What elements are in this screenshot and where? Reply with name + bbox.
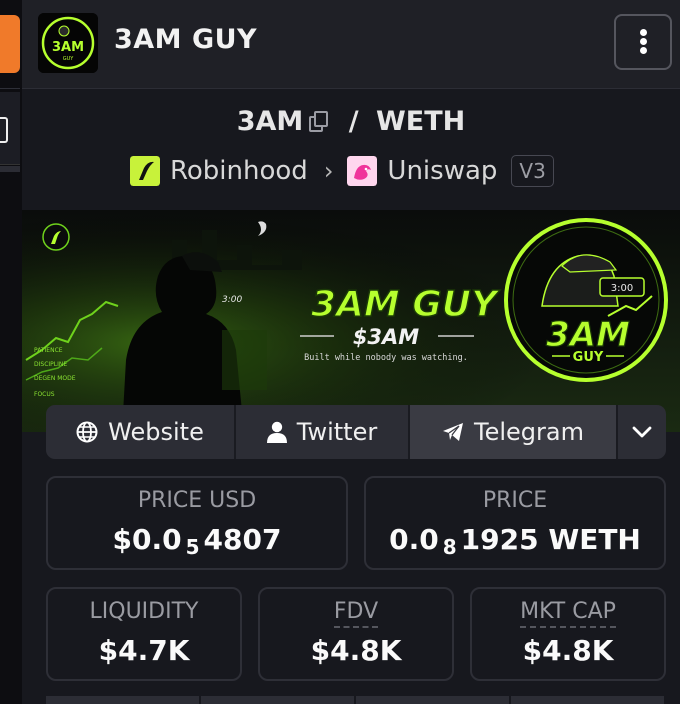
pair-separator: / xyxy=(348,106,359,137)
telegram-icon xyxy=(443,423,464,441)
timeframe-tab[interactable] xyxy=(201,696,356,704)
timeframe-tabs xyxy=(46,696,666,704)
chain-breadcrumb: Robinhood › Uniswap V3 xyxy=(130,154,554,188)
user-icon xyxy=(266,421,287,443)
header: 3AM GUY 3AM GUY xyxy=(22,0,680,89)
price-usd-label: PRICE USD xyxy=(137,488,257,513)
price-digits: 1925 WETH xyxy=(460,523,641,556)
price-value: 0.0 8 1925 WETH xyxy=(366,523,664,559)
more-links-button[interactable] xyxy=(618,405,666,459)
liquidity-label: LIQUIDITY xyxy=(89,599,199,624)
social-links: Website Twitter Telegram xyxy=(46,405,666,459)
price-zeros: 8 xyxy=(442,535,457,559)
fdv-label[interactable]: FDV xyxy=(333,599,379,628)
pair-quote: WETH xyxy=(376,106,466,137)
banner-side-label: FOCUS xyxy=(34,391,55,398)
liquidity-value: $4.7K xyxy=(98,634,190,667)
timeframe-tab[interactable] xyxy=(511,696,666,704)
price-usd-zeros: 5 xyxy=(185,535,200,559)
left-panel-edge xyxy=(0,0,23,704)
banner-side-label: DEGEN MODE xyxy=(34,375,76,382)
liquidity-card: LIQUIDITY $4.7K xyxy=(46,587,242,681)
pair-base: 3AM xyxy=(236,106,304,137)
banner-side-label: DISCIPLINE xyxy=(34,361,67,368)
left-bar xyxy=(0,166,20,172)
fdv-value: $4.8K xyxy=(310,634,402,667)
price-usd-digits: 4807 xyxy=(203,523,282,556)
token-title: 3AM GUY xyxy=(114,24,258,55)
kebab-menu-button[interactable] xyxy=(614,14,672,70)
twitter-button[interactable]: Twitter xyxy=(236,405,410,459)
badge-title: 3AM xyxy=(546,315,630,355)
robinhood-icon xyxy=(130,156,160,186)
svg-text:3AM: 3AM xyxy=(52,40,84,55)
kebab-menu-icon xyxy=(640,29,647,36)
mktcap-label[interactable]: MKT CAP xyxy=(520,599,616,628)
banner-tagline: Built while nobody was watching. xyxy=(304,353,468,363)
telegram-button[interactable]: Telegram xyxy=(410,405,618,459)
chevron-down-icon xyxy=(632,426,652,438)
banner-ticker: $3AM xyxy=(353,325,419,349)
price-usd-value: $0.0 5 4807 xyxy=(48,523,346,559)
mktcap-value: $4.8K xyxy=(522,634,614,667)
orange-tab[interactable] xyxy=(0,15,20,73)
timeframe-tab[interactable] xyxy=(46,696,201,704)
token-banner: PATIENCE DISCIPLINE DEGEN MODE FOCUS 3:0… xyxy=(22,210,680,432)
badge-sub: GUY xyxy=(573,350,604,365)
price-label: PRICE xyxy=(482,488,548,513)
badge-time: 3:00 xyxy=(611,283,633,294)
divider xyxy=(0,88,20,89)
telegram-label: Telegram xyxy=(474,418,584,446)
svg-text:GUY: GUY xyxy=(63,56,75,62)
website-label: Website xyxy=(108,418,204,446)
price-prefix: 0.0 xyxy=(389,523,439,556)
uniswap-icon xyxy=(347,156,378,186)
bracket-icon[interactable] xyxy=(0,117,8,143)
kebab-dot xyxy=(640,38,647,45)
chain-name[interactable]: Robinhood xyxy=(170,156,308,186)
globe-icon xyxy=(76,421,98,443)
website-button[interactable]: Website xyxy=(46,405,236,459)
chevron-right-icon: › xyxy=(323,157,334,185)
dex-name[interactable]: Uniswap xyxy=(387,156,497,186)
copy-icon[interactable] xyxy=(309,111,329,132)
fdv-card: FDV $4.8K xyxy=(258,587,454,681)
banner-side-label: PATIENCE xyxy=(34,347,63,354)
token-panel: 3AM GUY 3AM GUY 3AM / WETH Robinhood › U… xyxy=(22,0,680,704)
timeframe-tab[interactable] xyxy=(356,696,511,704)
price-usd-prefix: $0.0 xyxy=(112,523,182,556)
price-usd-card: PRICE USD $0.0 5 4807 xyxy=(46,476,348,570)
pair-title: 3AM / WETH xyxy=(22,106,680,137)
twitter-label: Twitter xyxy=(296,418,378,446)
banner-title: 3AM GUY xyxy=(311,284,501,325)
banner-time: 3:00 xyxy=(222,295,242,305)
mktcap-card: MKT CAP $4.8K xyxy=(470,587,666,681)
price-card: PRICE 0.0 8 1925 WETH xyxy=(364,476,666,570)
kebab-dot xyxy=(640,47,647,54)
token-logo: 3AM GUY xyxy=(38,13,98,73)
version-badge: V3 xyxy=(511,155,554,187)
